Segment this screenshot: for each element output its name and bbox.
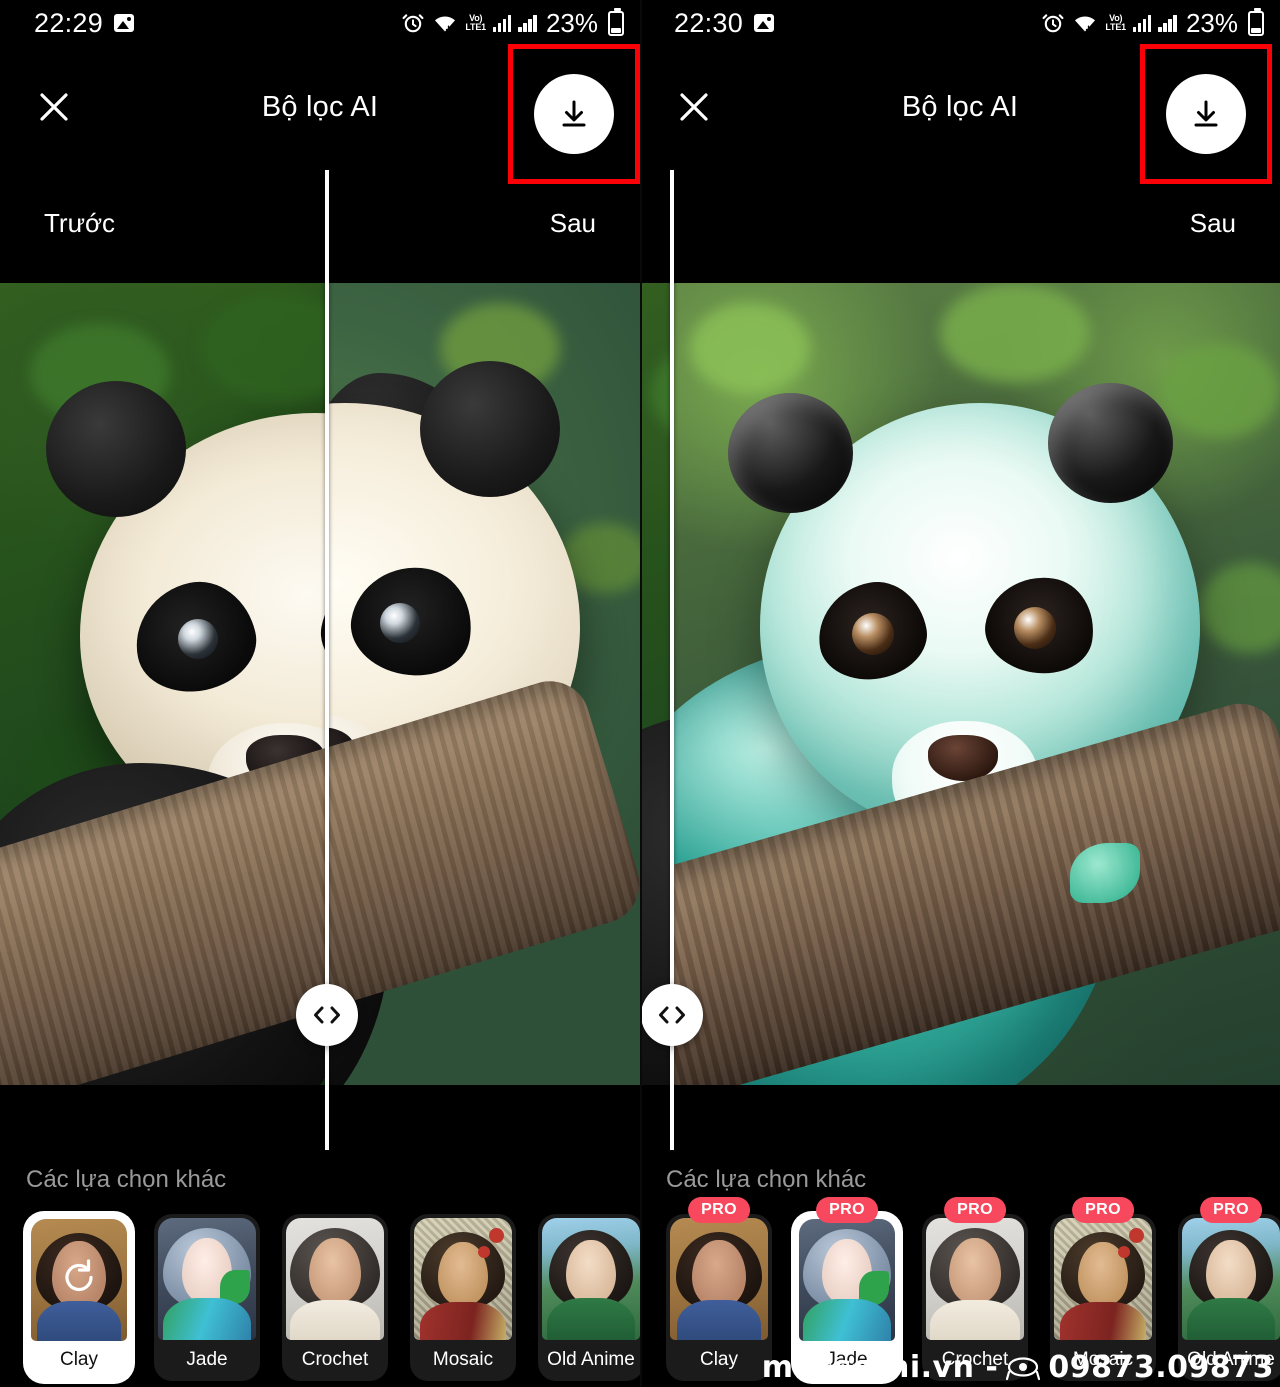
status-time: 22:29 (34, 7, 104, 38)
battery-icon (608, 7, 624, 36)
panel-separator (640, 0, 642, 1387)
filter-card-mosaic[interactable]: Mosaic (410, 1214, 516, 1381)
panel-after-jade: 22:30 Vo) LTE1 23% Bộ lọc AI Sau Các lựa… (640, 0, 1280, 1387)
filter-card-jade[interactable]: Jade (154, 1214, 260, 1381)
image-icon (754, 14, 775, 32)
filter-thumbnail (1054, 1218, 1152, 1340)
status-time: 22:30 (674, 7, 744, 38)
filter-card-clay[interactable]: PRO Clay (666, 1197, 772, 1381)
signal-bars-icon-2 (518, 14, 537, 32)
filter-card-list: Clay Jade Crochet Mosaic Old Anime (26, 1214, 640, 1381)
image-icon (114, 14, 135, 32)
filter-thumbnail (1182, 1218, 1280, 1340)
options-title: Các lựa chọn khác (26, 1166, 227, 1193)
filter-thumbnail (799, 1219, 895, 1341)
watermark-site: mucsothi.vn - (761, 1350, 999, 1385)
battery-percent: 23% (1185, 7, 1238, 38)
signal-bars-icon-2 (1158, 14, 1177, 32)
filter-card-clay[interactable]: Clay (26, 1214, 132, 1381)
download-highlight-box (508, 44, 640, 184)
download-icon (1194, 100, 1218, 127)
signal-bars-icon (492, 14, 512, 32)
filter-card-old-anime[interactable]: Old Anime (538, 1214, 640, 1381)
alarm-icon (1042, 14, 1064, 33)
battery-icon (1248, 7, 1264, 36)
filter-card-label: Old Anime (547, 1349, 635, 1370)
alarm-icon (402, 14, 424, 33)
after-image (640, 283, 1280, 1085)
before-after-labels: Sau (640, 196, 1280, 258)
filter-thumbnail (414, 1218, 512, 1340)
panel-before-clay: 22:29 Vo) LTE1 23% Bộ lọc AI Trước Sau C… (0, 0, 640, 1387)
filter-card-crochet[interactable]: Crochet (282, 1214, 388, 1381)
compare-slider-handle[interactable] (641, 984, 703, 1046)
watermark: mucsothi.vn - 09873.09873 (762, 1350, 1274, 1385)
volte-icon: Vo) LTE1 (465, 14, 486, 32)
volte-icon: Vo) LTE1 (1105, 14, 1126, 32)
filter-thumbnail (542, 1218, 640, 1340)
left-right-chevrons-icon (314, 1006, 340, 1024)
before-after-labels: Trước Sau (0, 196, 640, 258)
filter-card-label: Mosaic (432, 1349, 494, 1370)
after-label: Sau (1189, 208, 1236, 238)
after-label: Sau (549, 208, 596, 238)
left-right-chevrons-icon (659, 1006, 685, 1024)
refresh-icon[interactable] (57, 1256, 101, 1305)
app-bar: Bộ lọc AI (0, 44, 640, 184)
filter-card-label: Clay (59, 1349, 98, 1370)
download-icon (562, 100, 586, 127)
filter-card-label: Jade (186, 1349, 228, 1370)
filter-card-label: Clay (699, 1349, 738, 1370)
compare-slider-handle[interactable] (296, 984, 358, 1046)
download-button[interactable] (534, 74, 614, 154)
filter-thumbnail (670, 1218, 768, 1340)
image-compare-viewer[interactable] (640, 283, 1280, 1085)
telephone-icon (1006, 1356, 1041, 1380)
volte-bottom-label: LTE1 (1105, 22, 1126, 32)
filter-thumbnail (158, 1218, 256, 1340)
wifi-icon (1075, 16, 1096, 33)
download-highlight-box (1140, 44, 1272, 184)
download-button[interactable] (1166, 74, 1246, 154)
status-bar: 22:30 Vo) LTE1 23% (640, 0, 1280, 46)
battery-percent: 23% (545, 7, 598, 38)
filter-thumbnail (31, 1219, 127, 1341)
image-compare-viewer[interactable] (0, 283, 640, 1085)
before-label: Trước (44, 208, 116, 238)
volte-bottom-label: LTE1 (465, 22, 486, 32)
pro-badge: PRO (1072, 1197, 1134, 1223)
wifi-icon (435, 16, 456, 33)
watermark-phone: 09873.09873 (1048, 1350, 1274, 1385)
app-bar: Bộ lọc AI (640, 44, 1280, 184)
pro-badge: PRO (816, 1197, 878, 1223)
pro-badge: PRO (1200, 1197, 1262, 1223)
signal-bars-icon (1132, 14, 1152, 32)
filter-thumbnail (926, 1218, 1024, 1340)
filter-thumbnail (286, 1218, 384, 1340)
pro-badge: PRO (944, 1197, 1006, 1223)
status-bar: 22:29 Vo) LTE1 23% (0, 0, 640, 46)
filter-card-label: Crochet (301, 1349, 369, 1370)
filter-options-panel: Các lựa chọn khác Clay Jade Crochet Mosa… (0, 1150, 640, 1387)
pro-badge: PRO (688, 1197, 750, 1223)
screenshot-root: 22:29 Vo) LTE1 23% Bộ lọc AI Trước Sau C… (0, 0, 1280, 1387)
options-title: Các lựa chọn khác (666, 1166, 867, 1193)
